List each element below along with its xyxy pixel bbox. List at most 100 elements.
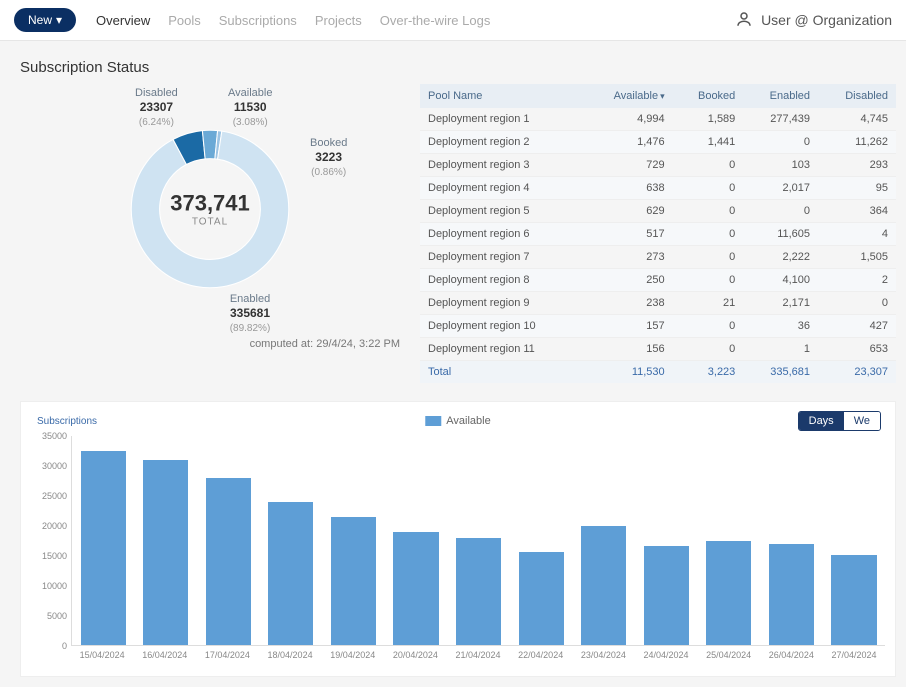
cell-pool-name: Deployment region 11 xyxy=(420,338,584,361)
topbar: New ▾ Overview Pools Subscriptions Projects… xyxy=(0,0,906,41)
cell-value: 238 xyxy=(584,292,673,315)
col-header-booked[interactable]: Booked xyxy=(673,84,744,108)
total-cell: 11,530 xyxy=(584,361,673,384)
cell-value: 0 xyxy=(743,200,818,223)
table-row[interactable]: Deployment region 727302,2221,505 xyxy=(420,246,896,269)
bar[interactable] xyxy=(393,532,438,645)
new-button[interactable]: New ▾ xyxy=(14,8,76,32)
cell-value: 1 xyxy=(743,338,818,361)
cell-value: 517 xyxy=(584,223,673,246)
nav-items: Overview Pools Subscriptions Projects Over-t… xyxy=(96,13,490,28)
xlabel: 18/04/2024 xyxy=(268,646,313,660)
table-row[interactable]: Deployment region 463802,01795 xyxy=(420,177,896,200)
cell-value: 0 xyxy=(673,200,744,223)
col-header-available[interactable]: Available▾ xyxy=(584,84,673,108)
table-body: Deployment region 14,9941,589277,4394,74… xyxy=(420,108,896,361)
cell-value: 11,262 xyxy=(818,131,896,154)
new-button-label: New xyxy=(28,13,52,27)
cell-value: 4,745 xyxy=(818,108,896,131)
donut-label-disabled: Disabled 23307 (6.24%) xyxy=(135,86,178,129)
ytick: 0 xyxy=(62,641,67,651)
col-header-enabled[interactable]: Enabled xyxy=(743,84,818,108)
cell-value: 36 xyxy=(743,315,818,338)
pool-table-panel: Pool NameAvailable▾BookedEnabledDisabled… xyxy=(420,84,896,383)
cell-pool-name: Deployment region 7 xyxy=(420,246,584,269)
cell-value: 2,017 xyxy=(743,177,818,200)
total-cell: 335,681 xyxy=(743,361,818,384)
cell-value: 0 xyxy=(743,131,818,154)
bar[interactable] xyxy=(644,546,689,645)
cell-pool-name: Deployment region 6 xyxy=(420,223,584,246)
time-toggle: DaysWe xyxy=(798,411,881,431)
nav-item-subscriptions[interactable]: Subscriptions xyxy=(219,13,297,28)
cell-value: 0 xyxy=(673,269,744,292)
cell-value: 0 xyxy=(673,246,744,269)
cell-value: 4,100 xyxy=(743,269,818,292)
table-total-row: Total11,5303,223335,68123,307 xyxy=(420,361,896,384)
donut-total-value: 373,741 xyxy=(170,191,250,217)
cell-pool-name: Deployment region 2 xyxy=(420,131,584,154)
nav-item-over-the-wire-logs[interactable]: Over-the-wire Logs xyxy=(380,13,491,28)
toggle-days[interactable]: Days xyxy=(799,412,844,430)
toggle-we[interactable]: We xyxy=(844,412,880,430)
bar[interactable] xyxy=(456,538,501,645)
sort-desc-icon: ▾ xyxy=(660,91,665,101)
bar-xaxis: 15/04/202416/04/202417/04/202418/04/2024… xyxy=(71,646,885,660)
xlabel: 24/04/2024 xyxy=(643,646,688,660)
bar[interactable] xyxy=(206,478,251,645)
user-area[interactable]: User @ Organization xyxy=(735,10,892,31)
xlabel: 25/04/2024 xyxy=(706,646,751,660)
cell-pool-name: Deployment region 9 xyxy=(420,292,584,315)
bar-legend: Available xyxy=(425,415,490,427)
bar[interactable] xyxy=(331,517,376,645)
cell-pool-name: Deployment region 5 xyxy=(420,200,584,223)
cell-value: 0 xyxy=(673,315,744,338)
table-row[interactable]: Deployment region 825004,1002 xyxy=(420,269,896,292)
table-row[interactable]: Deployment region 6517011,6054 xyxy=(420,223,896,246)
bar[interactable] xyxy=(519,552,564,645)
col-header-disabled[interactable]: Disabled xyxy=(818,84,896,108)
cell-value: 273 xyxy=(584,246,673,269)
nav-item-projects[interactable]: Projects xyxy=(315,13,362,28)
cell-value: 1,505 xyxy=(818,246,896,269)
total-cell: 3,223 xyxy=(673,361,744,384)
donut-center: 373,741 TOTAL xyxy=(170,191,250,228)
table-row[interactable]: Deployment region 9238212,1710 xyxy=(420,292,896,315)
ytick: 5000 xyxy=(47,611,67,621)
col-header-pool-name[interactable]: Pool Name xyxy=(420,84,584,108)
bar-yaxis: 05000100001500020000250003000035000 xyxy=(31,436,71,646)
section-title: Subscription Status xyxy=(20,59,896,76)
table-row[interactable]: Deployment region 10157036427 xyxy=(420,315,896,338)
bar[interactable] xyxy=(81,451,126,645)
table-row[interactable]: Deployment region 14,9941,589277,4394,74… xyxy=(420,108,896,131)
bar[interactable] xyxy=(143,460,188,645)
cell-pool-name: Deployment region 10 xyxy=(420,315,584,338)
bar[interactable] xyxy=(706,541,751,646)
user-label: User @ Organization xyxy=(761,12,892,28)
computed-at: computed at: 29/4/24, 3:22 PM xyxy=(20,338,400,350)
xlabel: 15/04/2024 xyxy=(80,646,125,660)
xlabel: 17/04/2024 xyxy=(205,646,250,660)
cell-value: 2,222 xyxy=(743,246,818,269)
donut-label-booked: Booked 3223 (0.86%) xyxy=(310,136,347,179)
nav-item-overview[interactable]: Overview xyxy=(96,13,150,28)
table-row[interactable]: Deployment region 37290103293 xyxy=(420,154,896,177)
ytick: 15000 xyxy=(42,551,67,561)
table-row[interactable]: Deployment region 562900364 xyxy=(420,200,896,223)
ytick: 20000 xyxy=(42,521,67,531)
bar-region xyxy=(71,436,885,646)
ytick: 25000 xyxy=(42,491,67,501)
bar[interactable] xyxy=(831,555,876,645)
xlabel: 26/04/2024 xyxy=(769,646,814,660)
bar-panel: Subscriptions Available DaysWe 050001000… xyxy=(20,401,896,677)
ytick: 35000 xyxy=(42,431,67,441)
user-icon xyxy=(735,10,753,31)
bar[interactable] xyxy=(268,502,313,645)
table-row[interactable]: Deployment region 1115601653 xyxy=(420,338,896,361)
table-row[interactable]: Deployment region 21,4761,441011,262 xyxy=(420,131,896,154)
xlabel: 19/04/2024 xyxy=(330,646,375,660)
legend-label: Available xyxy=(446,415,490,427)
nav-item-pools[interactable]: Pools xyxy=(168,13,201,28)
bar[interactable] xyxy=(769,544,814,646)
bar[interactable] xyxy=(581,526,626,645)
